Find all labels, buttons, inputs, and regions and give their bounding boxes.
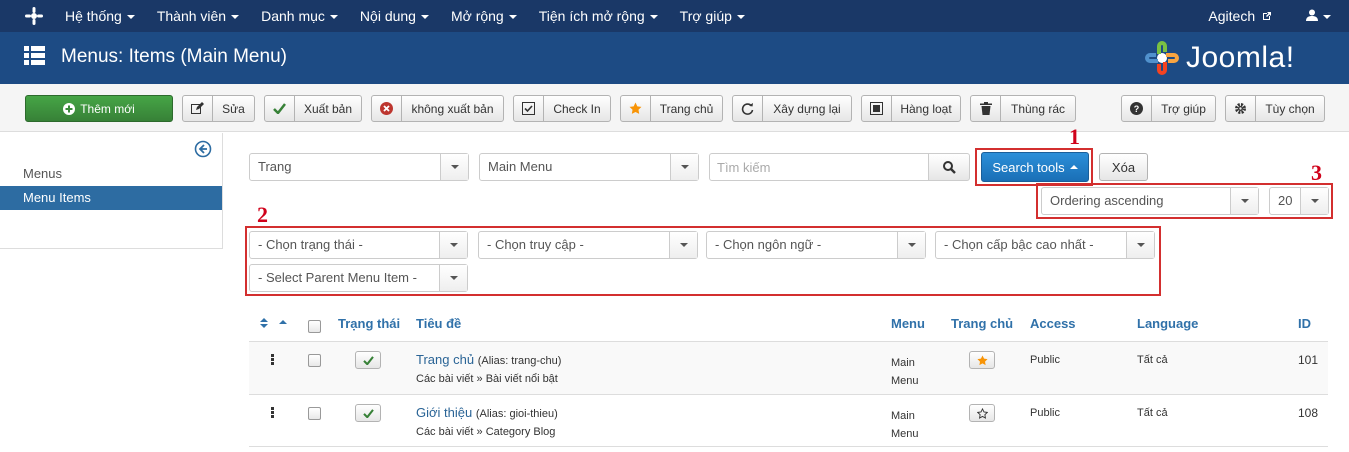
th-status[interactable]: Trạng thái bbox=[338, 316, 400, 331]
item-id: 101 bbox=[1298, 353, 1319, 367]
drag-handle-icon[interactable] bbox=[271, 354, 275, 366]
search-button[interactable] bbox=[928, 153, 970, 181]
batch-icon bbox=[870, 102, 883, 115]
joomla-brand-icon bbox=[1145, 41, 1179, 75]
star-icon bbox=[976, 354, 988, 365]
main-nav: Hệ thống Thành viên Danh mục Nội dung Mở… bbox=[54, 0, 756, 32]
home-toggle[interactable] bbox=[969, 404, 995, 422]
item-title: Giới thiệu (Alias: gioi-thieu) bbox=[416, 405, 558, 420]
svg-text:?: ? bbox=[1134, 104, 1140, 114]
annotation-label-3: 3 bbox=[1311, 160, 1322, 185]
publish-toggle[interactable] bbox=[355, 351, 381, 369]
annotation-box-3 bbox=[1036, 183, 1333, 219]
nav-extensions[interactable]: Mở rộng bbox=[440, 8, 528, 24]
joomla-wordmark: Joomla! bbox=[1186, 41, 1295, 74]
site-link[interactable]: Agitech bbox=[1208, 8, 1272, 24]
publish-toggle[interactable] bbox=[355, 404, 381, 422]
item-id: 108 bbox=[1298, 406, 1319, 420]
question-circle-icon: ? bbox=[1130, 102, 1143, 115]
trash-icon bbox=[979, 102, 992, 115]
item-title-link[interactable]: Trang chủ bbox=[416, 352, 474, 367]
client-select[interactable]: Trang bbox=[249, 153, 469, 181]
refresh-icon bbox=[741, 103, 754, 115]
sidebar-item-menus[interactable]: Menus bbox=[0, 162, 222, 186]
check-all-checkbox[interactable] bbox=[308, 320, 321, 333]
table-row: Giới thiệu (Alias: gioi-thieu) Các bài v… bbox=[249, 394, 1328, 447]
external-link-icon bbox=[1263, 12, 1271, 20]
edit-button[interactable]: Sửa bbox=[182, 95, 255, 122]
th-language[interactable]: Language bbox=[1137, 316, 1198, 331]
new-button[interactable]: Thêm mới bbox=[25, 95, 173, 122]
star-icon bbox=[629, 102, 642, 114]
th-home[interactable]: Trang chủ bbox=[951, 316, 1013, 331]
item-menu: Main Menu bbox=[891, 410, 919, 440]
joomla-logo-icon[interactable] bbox=[24, 6, 44, 26]
item-language: Tất cả bbox=[1137, 407, 1168, 419]
annotation-label-2: 2 bbox=[257, 202, 268, 227]
joomla-brand: Joomla! bbox=[1142, 38, 1295, 78]
list-icon bbox=[24, 46, 45, 65]
options-button[interactable]: Tùy chọn bbox=[1225, 95, 1325, 122]
checkbox-icon bbox=[522, 102, 535, 115]
top-navbar: Hệ thống Thành viên Danh mục Nội dung Mở… bbox=[0, 0, 1349, 32]
item-title: Trang chủ (Alias: trang-chu) bbox=[416, 352, 561, 367]
item-language: Tất cả bbox=[1137, 354, 1168, 366]
check-icon bbox=[362, 408, 374, 418]
edit-icon bbox=[191, 102, 204, 114]
item-alias: (Alias: trang-chu) bbox=[477, 355, 562, 367]
item-access: Public bbox=[1030, 407, 1060, 419]
item-path: Các bài viết » Bài viết nổi bật bbox=[416, 373, 558, 385]
page-header: Menus: Items (Main Menu) Joomla! bbox=[0, 32, 1349, 84]
menu-select[interactable]: Main Menu bbox=[479, 153, 699, 181]
star-outline-icon bbox=[976, 407, 988, 419]
check-icon bbox=[273, 103, 286, 114]
clear-button[interactable]: Xóa bbox=[1099, 153, 1148, 181]
th-menu[interactable]: Menu bbox=[891, 316, 925, 331]
toolbar: Thêm mới Sửa Xuất bản không xuất bản Che… bbox=[0, 84, 1349, 132]
item-title-link[interactable]: Giới thiệu bbox=[416, 405, 472, 420]
home-toggle[interactable] bbox=[969, 351, 995, 369]
times-circle-icon bbox=[380, 102, 393, 115]
nav-content[interactable]: Nội dung bbox=[349, 8, 440, 24]
th-title[interactable]: Tiêu đề bbox=[416, 316, 461, 331]
help-button[interactable]: ? Trợ giúp bbox=[1121, 95, 1216, 122]
checkin-button[interactable]: Check In bbox=[513, 95, 611, 122]
batch-button[interactable]: Hàng loạt bbox=[861, 95, 961, 122]
item-menu: Main Menu bbox=[891, 357, 919, 387]
th-access[interactable]: Access bbox=[1030, 316, 1076, 331]
plus-circle-icon bbox=[63, 102, 76, 115]
nav-users[interactable]: Thành viên bbox=[146, 8, 250, 24]
item-path: Các bài viết » Category Blog bbox=[416, 426, 556, 438]
nav-extension-tools[interactable]: Tiện ích mở rộng bbox=[528, 8, 669, 24]
annotation-box-2 bbox=[245, 226, 1161, 296]
drag-handle-icon[interactable] bbox=[271, 407, 275, 419]
sort-ordering-icon[interactable] bbox=[260, 318, 288, 328]
item-access: Public bbox=[1030, 354, 1060, 366]
home-button[interactable]: Trang chủ bbox=[620, 95, 723, 122]
item-alias: (Alias: gioi-thieu) bbox=[475, 408, 558, 420]
table-row: Trang chủ (Alias: trang-chu) Các bài viế… bbox=[249, 341, 1328, 394]
nav-system[interactable]: Hệ thống bbox=[54, 8, 146, 24]
nav-help[interactable]: Trợ giúp bbox=[669, 8, 756, 24]
unpublish-button[interactable]: không xuất bản bbox=[371, 95, 504, 122]
page-title: Menus: Items (Main Menu) bbox=[61, 46, 287, 67]
user-menu[interactable] bbox=[1306, 9, 1331, 24]
gear-icon bbox=[1235, 103, 1246, 114]
trash-button[interactable]: Thùng rác bbox=[970, 95, 1076, 122]
user-icon bbox=[1306, 9, 1318, 21]
check-icon bbox=[362, 355, 374, 365]
sidebar-item-menu-items[interactable]: Menu Items bbox=[0, 186, 222, 210]
nav-categories[interactable]: Danh mục bbox=[250, 8, 349, 24]
search-icon bbox=[942, 160, 956, 174]
row-checkbox[interactable] bbox=[308, 407, 321, 420]
annotation-box-1 bbox=[975, 148, 1093, 186]
row-checkbox[interactable] bbox=[308, 354, 321, 367]
rebuild-button[interactable]: Xây dựng lại bbox=[732, 95, 852, 122]
search-input[interactable] bbox=[709, 153, 929, 181]
sidebar: Menus Menu Items bbox=[0, 133, 223, 249]
publish-button[interactable]: Xuất bản bbox=[264, 95, 362, 122]
annotation-label-1: 1 bbox=[1069, 124, 1080, 149]
arrow-left-circle-icon[interactable] bbox=[194, 140, 212, 158]
th-id[interactable]: ID bbox=[1298, 316, 1311, 331]
